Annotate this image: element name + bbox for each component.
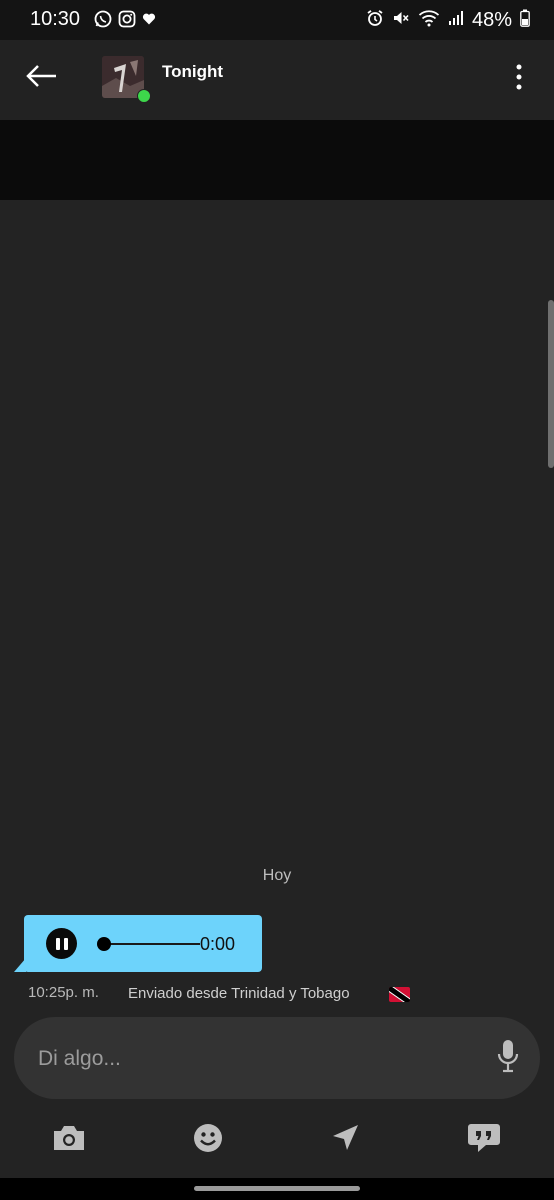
message-input[interactable]	[36, 1017, 460, 1101]
location-button[interactable]	[327, 1122, 363, 1158]
heart-icon	[142, 12, 156, 31]
more-vert-icon	[516, 64, 522, 95]
quick-reply-button[interactable]	[466, 1122, 502, 1158]
battery-percent: 48%	[471, 9, 512, 31]
status-bar: 10:30 48%	[0, 0, 554, 40]
wifi-icon	[418, 9, 440, 32]
chat-screen: 10:30 48% Tonight Hoy 0:00 10:25p. m. En…	[0, 0, 554, 1200]
attachment-toolbar	[0, 1110, 554, 1170]
system-navigation-bar	[0, 1178, 554, 1200]
contact-name[interactable]: Tonight	[162, 62, 223, 82]
back-arrow-icon	[26, 64, 58, 93]
microphone-icon	[497, 1039, 519, 1078]
message-composer	[14, 1017, 540, 1101]
battery-icon	[520, 9, 530, 32]
banner-area	[0, 120, 554, 200]
pause-icon	[55, 937, 60, 950]
sent-from-label: Enviado desde Trinidad y Tobago	[128, 985, 350, 1002]
location-arrow-icon	[330, 1123, 360, 1158]
instagram-icon	[118, 10, 136, 33]
camera-button[interactable]	[51, 1122, 87, 1158]
alarm-icon	[366, 9, 384, 32]
voice-duration: 0:00	[200, 934, 236, 954]
camera-icon	[52, 1124, 86, 1157]
signal-icon	[448, 10, 464, 31]
seek-thumb[interactable]	[97, 937, 111, 951]
seek-track[interactable]	[104, 943, 200, 945]
scrollbar[interactable]	[548, 300, 554, 468]
emoji-icon	[193, 1123, 223, 1158]
quick-reply-icon	[467, 1122, 501, 1159]
mute-icon	[392, 9, 410, 32]
status-time: 10:30	[30, 8, 81, 30]
online-status-dot	[137, 89, 151, 103]
day-separator: Hoy	[262, 867, 292, 884]
voice-message-bubble: 0:00	[24, 915, 262, 972]
pause-button[interactable]	[46, 928, 77, 959]
voice-record-button[interactable]	[496, 1039, 520, 1077]
more-options-button[interactable]	[504, 62, 534, 96]
home-gesture-handle[interactable]	[194, 1186, 360, 1191]
trinidad-and-tobago-flag-icon	[389, 987, 410, 1002]
emoji-button[interactable]	[190, 1122, 226, 1158]
whatsapp-icon	[94, 10, 112, 33]
back-button[interactable]	[22, 58, 62, 98]
system-icons: 48%	[366, 9, 530, 32]
notification-icons	[94, 10, 156, 33]
chat-header	[0, 40, 554, 120]
message-timestamp: 10:25p. m.	[28, 984, 99, 1001]
